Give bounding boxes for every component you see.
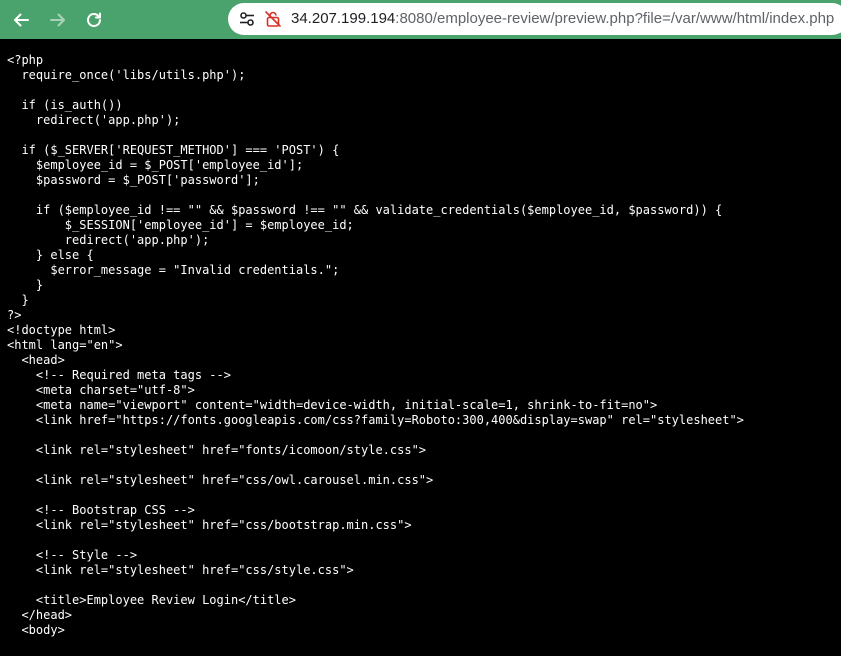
code-line: $_SESSION['employee_id'] = $employee_id;: [7, 218, 354, 232]
code-line: <!-- Style -->: [7, 548, 138, 562]
code-line: $employee_id = $_POST['employee_id'];: [7, 158, 304, 172]
arrow-left-icon: [14, 13, 29, 27]
code-line: <link rel="stylesheet" href="css/style.c…: [7, 563, 354, 577]
code-line: <!doctype html>: [7, 323, 116, 337]
code-line: <meta name="viewport" content="width=dev…: [7, 398, 658, 412]
code-line: <link rel="stylesheet" href="css/bootstr…: [7, 518, 412, 532]
code-line: redirect('app.php');: [7, 113, 181, 127]
code-line: $error_message = "Invalid credentials.";: [7, 263, 340, 277]
code-line: }: [7, 293, 29, 307]
back-button[interactable]: [9, 8, 33, 32]
code-line: <head>: [7, 353, 65, 367]
code-line: <body>: [7, 623, 65, 637]
url-host: 34.207.199.194: [291, 10, 396, 27]
not-secure-icon[interactable]: [264, 10, 282, 28]
code-line: <html lang="en">: [7, 338, 123, 352]
code-line: <!-- Required meta tags -->: [7, 368, 231, 382]
code-line: <link href="https://fonts.googleapis.com…: [7, 413, 744, 427]
browser-toolbar: 34.207.199.194:8080/employee-review/prev…: [0, 0, 841, 39]
source-code-view: <?php require_once('libs/utils.php'); if…: [7, 53, 744, 638]
code-line: <link rel="stylesheet" href="css/owl.car…: [7, 473, 434, 487]
code-line: </head>: [7, 608, 73, 622]
forward-button[interactable]: [46, 8, 70, 32]
code-line: if (is_auth()): [7, 98, 123, 112]
reload-button[interactable]: [82, 8, 106, 32]
code-line: <!-- Bootstrap CSS -->: [7, 503, 195, 517]
url-text[interactable]: 34.207.199.194:8080/employee-review/prev…: [291, 10, 834, 28]
code-line: if ($employee_id !== "" && $password !==…: [7, 203, 723, 217]
code-line: <title>Employee Review Login</title>: [7, 593, 296, 607]
arrow-right-icon: [50, 13, 65, 27]
code-line: $password = $_POST['password'];: [7, 173, 260, 187]
code-line: } else {: [7, 248, 94, 262]
code-line: ?>: [7, 308, 22, 322]
tune-icon[interactable]: [238, 10, 256, 28]
code-line: <?php: [7, 53, 44, 67]
code-line: <link rel="stylesheet" href="fonts/icomo…: [7, 443, 427, 457]
code-line: }: [7, 278, 44, 292]
code-line: require_once('libs/utils.php');: [7, 68, 246, 82]
code-line: if ($_SERVER['REQUEST_METHOD'] === 'POST…: [7, 143, 340, 157]
address-bar[interactable]: 34.207.199.194:8080/employee-review/prev…: [228, 3, 841, 35]
code-line: <meta charset="utf-8">: [7, 383, 195, 397]
reload-icon: [87, 12, 101, 27]
url-path: :8080/employee-review/preview.php?file=/…: [395, 10, 835, 27]
code-line: redirect('app.php');: [7, 233, 210, 247]
